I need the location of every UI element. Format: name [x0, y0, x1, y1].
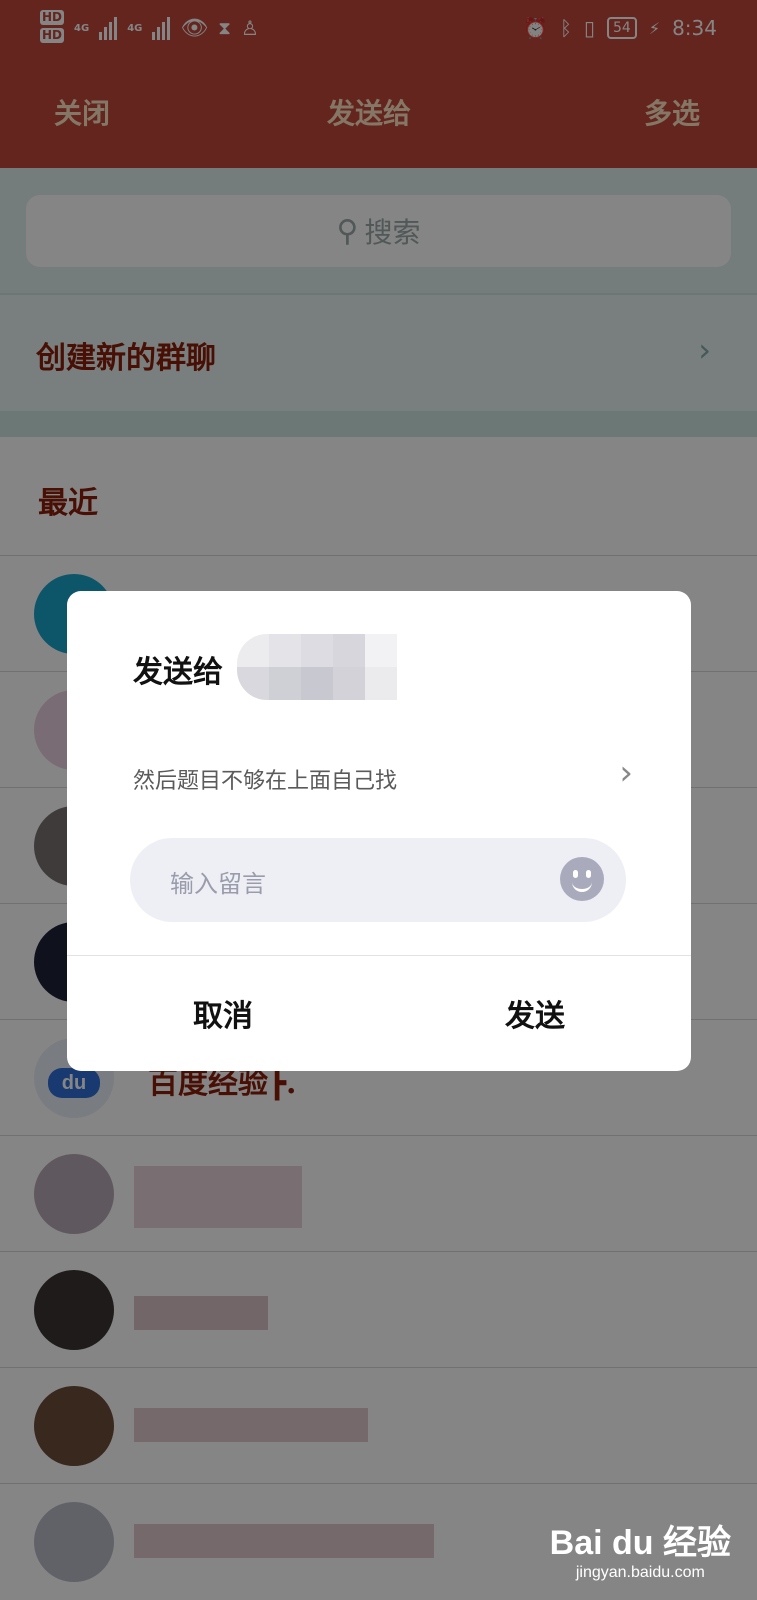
- baidu-watermark: Bai du 经验 jingyan.baidu.com: [550, 1515, 731, 1582]
- watermark-sub: jingyan.baidu.com: [575, 1564, 705, 1581]
- emoji-icon[interactable]: [560, 857, 604, 901]
- message-input[interactable]: 输入留言: [130, 838, 626, 922]
- watermark-main: Bai du 经验: [549, 1524, 731, 1562]
- recipient-avatar-blurred: [237, 634, 397, 700]
- message-placeholder: 输入留言: [170, 870, 266, 898]
- send-button[interactable]: 发送: [379, 955, 691, 1071]
- shared-content-title: 然后题目不够在上面自己找: [133, 769, 398, 794]
- send-dialog: 发送给 然后题目不够在上面自己找 › 输入留言 取消 发送: [67, 591, 691, 1071]
- chevron-right-icon[interactable]: ›: [619, 753, 633, 793]
- cancel-button[interactable]: 取消: [67, 955, 379, 1071]
- dialog-title: 发送给: [133, 655, 223, 690]
